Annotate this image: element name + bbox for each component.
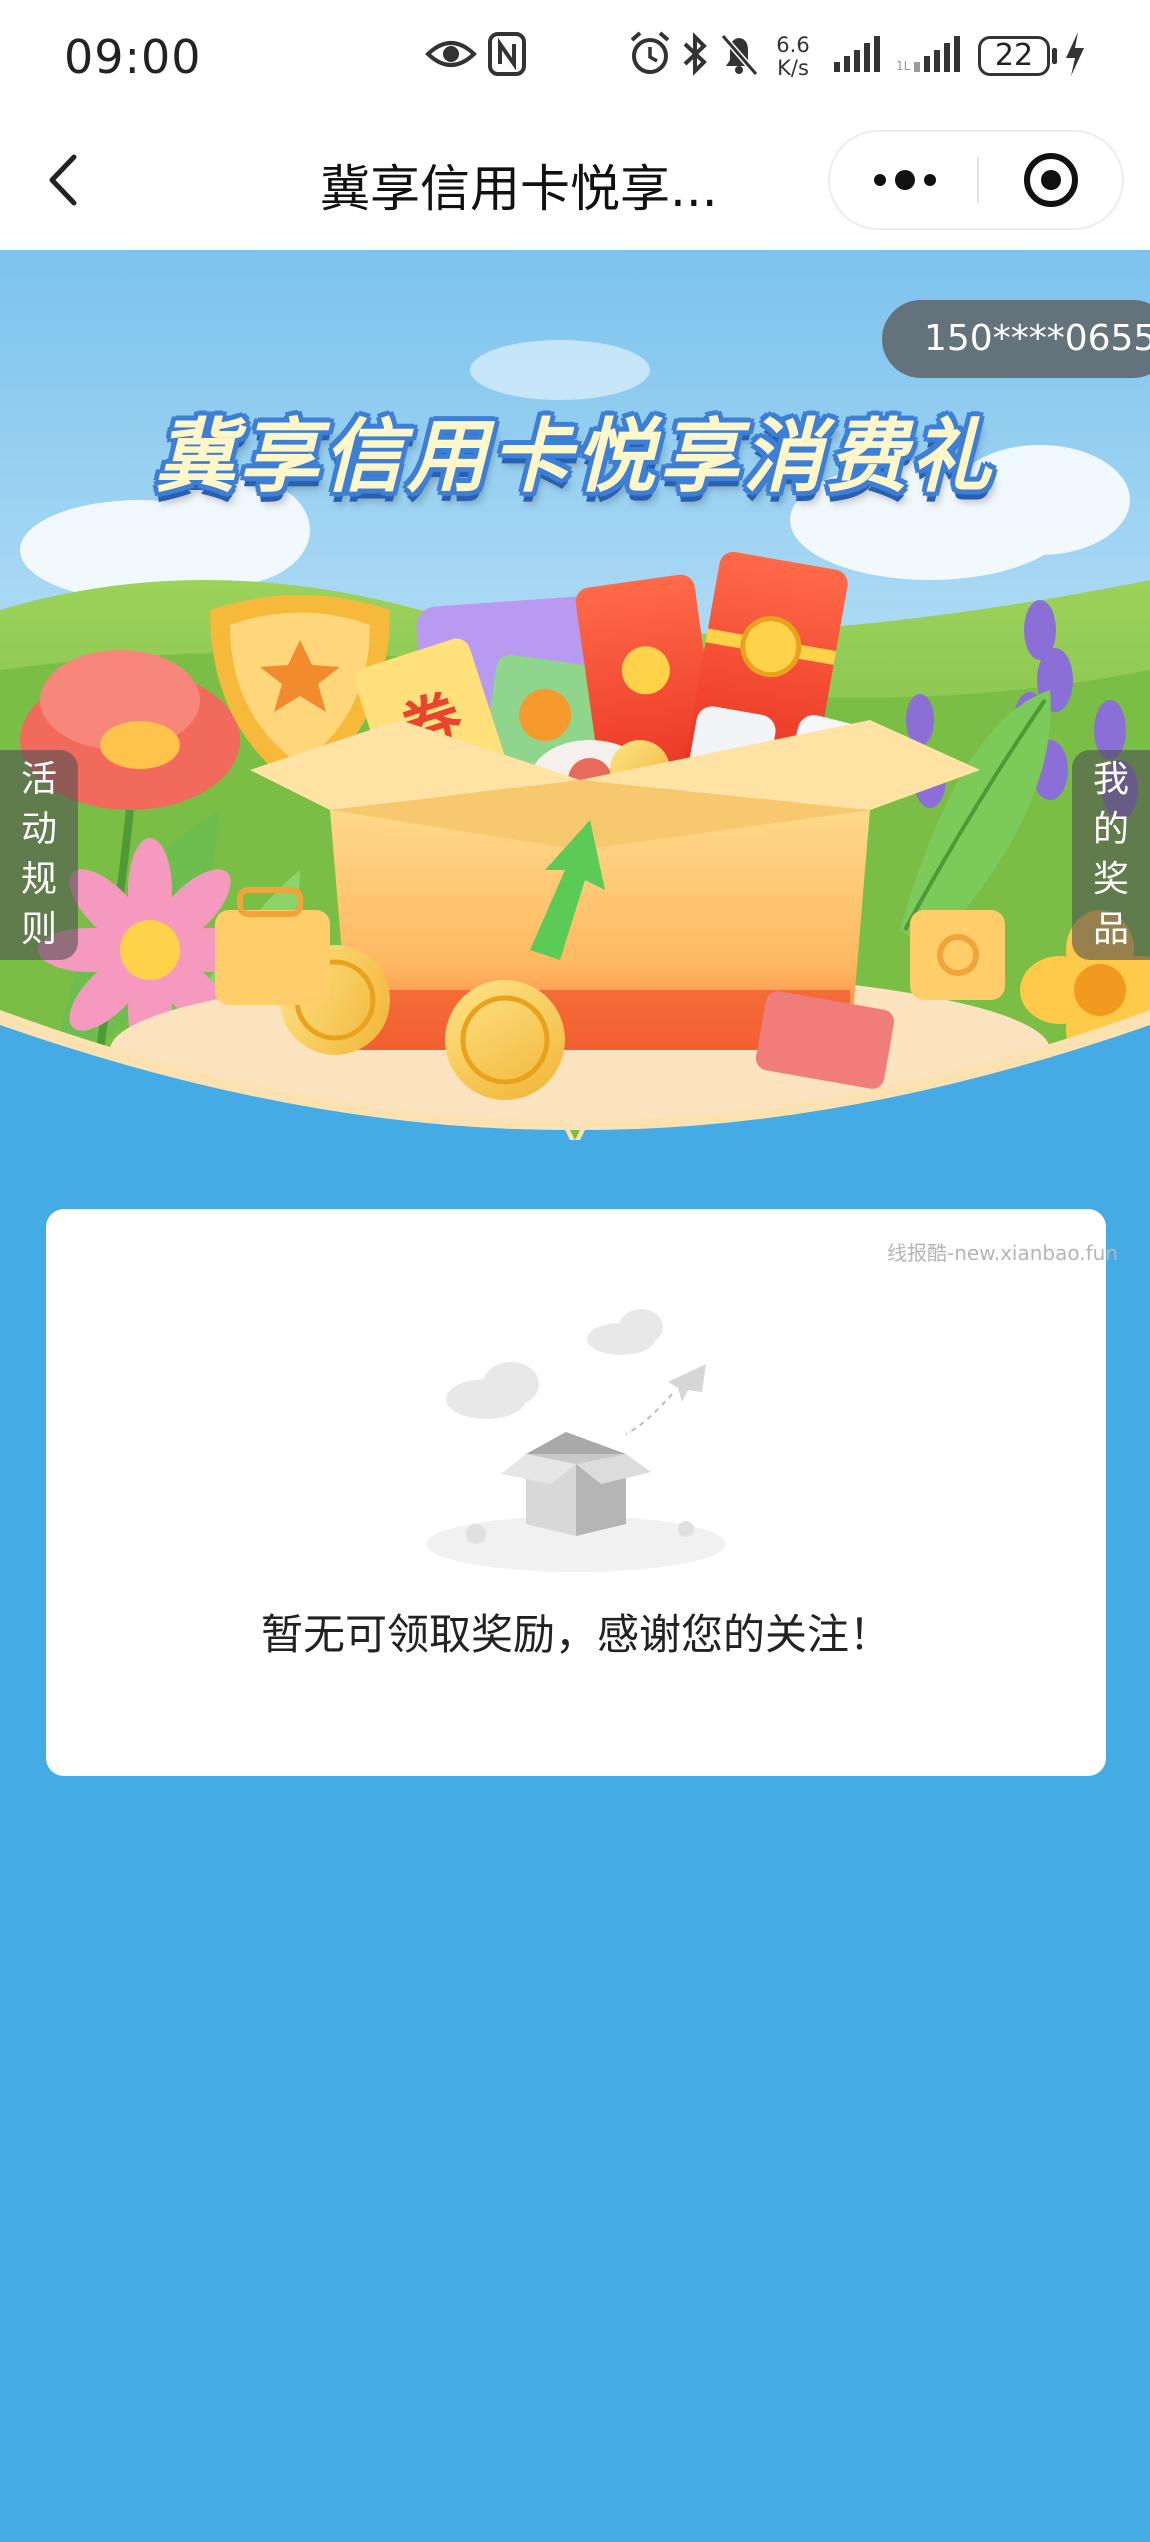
banner-title: 冀享信用卡悦享消费礼 [155,410,995,503]
rules-char-3: 规 [20,859,57,900]
empty-box-icon [426,1309,726,1572]
net-speed: 6.6 K/s [776,33,810,80]
alarm-icon [630,31,670,74]
battery-nub [1052,48,1057,64]
more-dots-icon[interactable] [830,132,978,228]
rules-char-1: 活 [20,759,57,800]
status-bar: 09:00 6.6 K/s 1L 22 [0,0,1150,115]
reward-card: 线报酷-new.xianbao.fun 暂无可领取奖励，感谢您的关注！ [46,1209,1118,1776]
status-icons: 6.6 K/s 1L 22 [0,28,1150,88]
close-target-icon[interactable] [979,132,1124,228]
eye-icon [425,41,477,67]
user-phone-badge: 150****0655 [882,300,1150,378]
svg-text:1L: 1L [896,59,911,73]
prizes-char-4: 品 [1092,909,1129,950]
signal-icon-2: 1L [896,36,960,73]
charging-icon [1066,32,1084,76]
nfc-icon [488,32,526,76]
rules-char-2: 动 [20,809,57,850]
prizes-char-3: 奖 [1092,859,1129,900]
banner-illustration: 券 [0,250,1150,1140]
hero-banner: 券 150****0655 冀享信用卡悦享消费礼 活 动 规 则 我 的 奖 品 [0,250,1150,1140]
bluetooth-icon [683,32,707,76]
rules-char-4: 则 [20,909,57,950]
battery-indicator: 22 [978,36,1050,76]
mini-program-capsule [828,130,1124,230]
signal-icon [834,36,880,72]
my-prizes-tab[interactable]: 我 的 奖 品 [1072,750,1150,960]
empty-message: 暂无可领取奖励，感谢您的关注！ [260,1610,891,1659]
prizes-char-2: 的 [1092,809,1129,850]
back-arrow-icon[interactable] [30,145,100,215]
activity-rules-tab[interactable]: 活 动 规 则 [0,750,78,960]
watermark: 线报酷-new.xianbao.fun [887,1241,1118,1265]
nav-bar: 冀享信用卡悦享... [0,115,1150,250]
prizes-char-1: 我 [1092,759,1129,800]
page-title: 冀享信用卡悦享... [320,160,718,218]
mute-bell-icon [720,34,759,76]
